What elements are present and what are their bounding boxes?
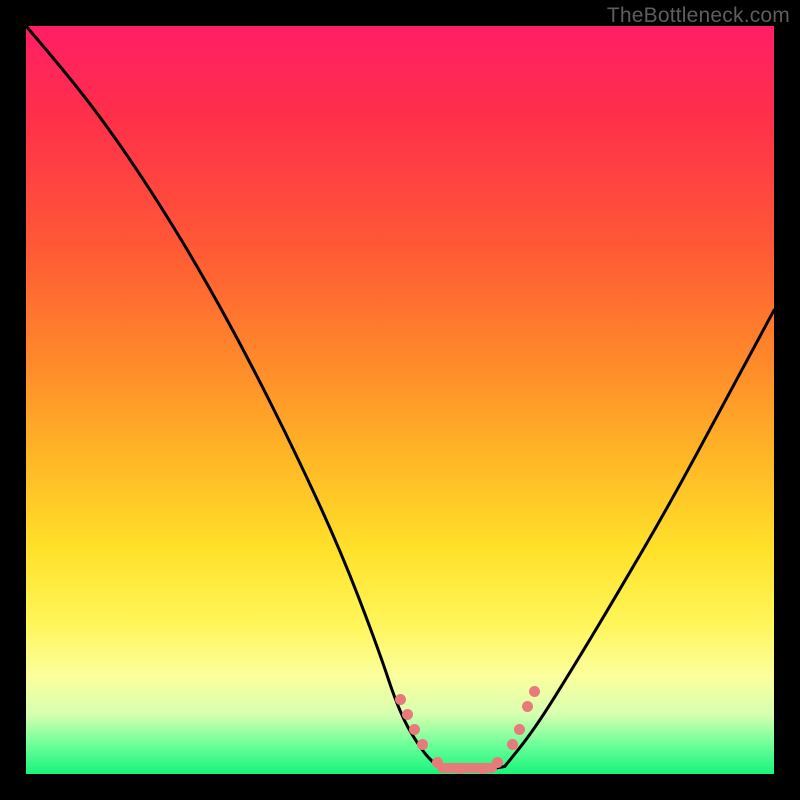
watermark-text: TheBottleneck.com	[607, 4, 790, 28]
marker-segment	[437, 763, 497, 773]
marker-dot	[507, 739, 518, 750]
marker-dot	[522, 701, 533, 712]
chart-container: TheBottleneck.com	[0, 0, 800, 800]
plot-area	[26, 26, 774, 774]
marker-dot	[417, 739, 428, 750]
marker-dot	[402, 709, 413, 720]
bottleneck-curve	[26, 26, 774, 774]
marker-dot	[514, 724, 525, 735]
marker-dot	[395, 694, 406, 705]
